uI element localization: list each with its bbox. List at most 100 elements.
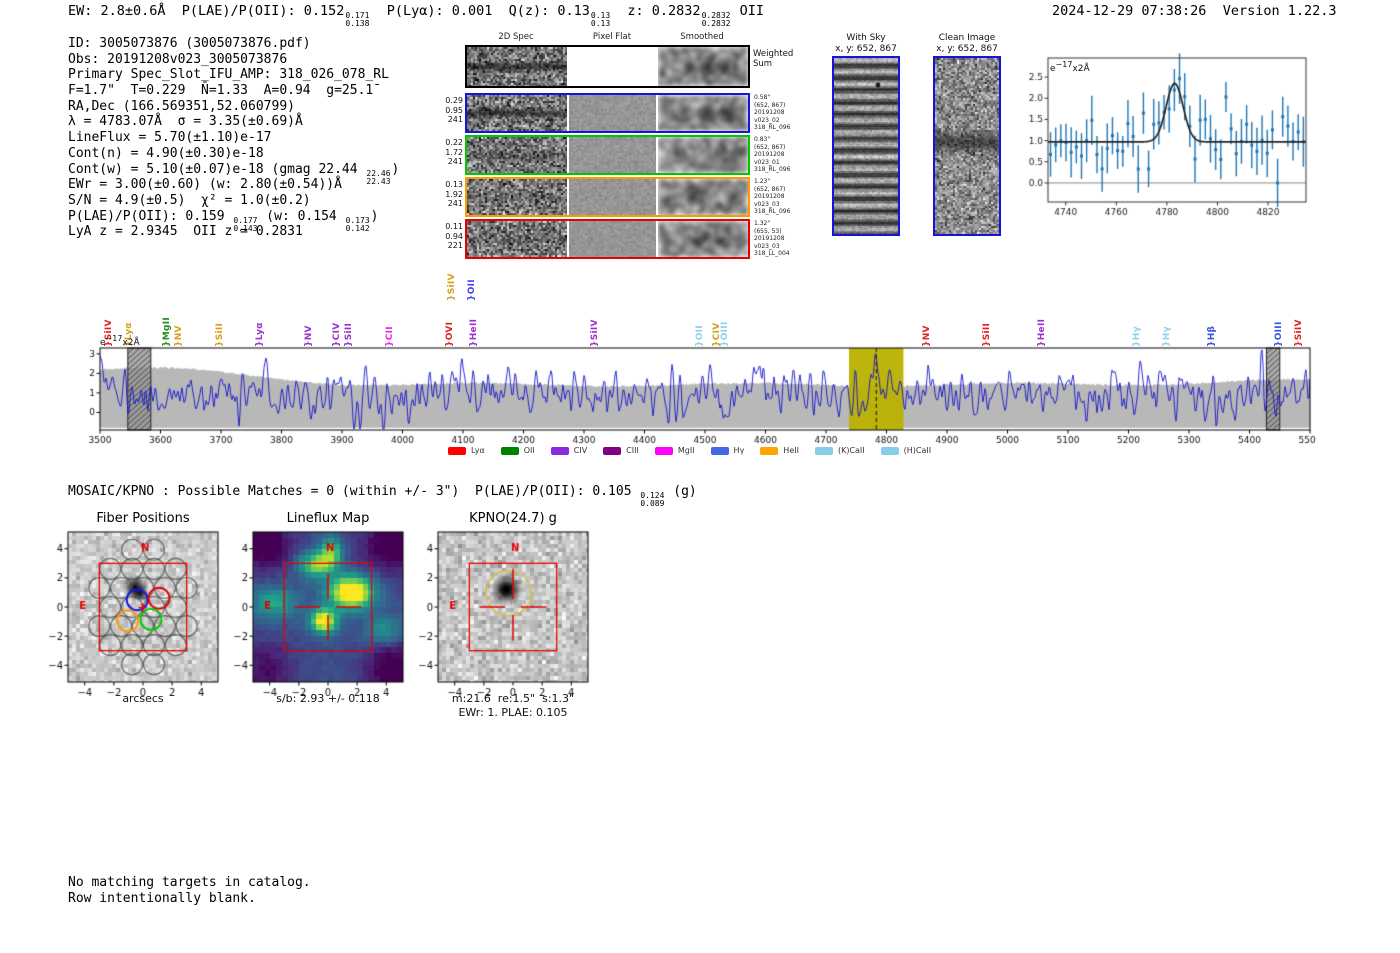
strip-weight-labels: 0.290.95241 — [441, 96, 463, 125]
footer-line: Row intentionally blank. — [68, 891, 311, 907]
line-fit-unit-label: e−17x2Å — [1050, 60, 1090, 74]
mosaic-match-line: MOSAIC/KPNO : Possible Matches = 0 (with… — [68, 484, 697, 508]
emission-line-label: }Hγ — [1132, 326, 1142, 347]
cutout-strip-image — [467, 179, 567, 215]
detection-info-block: ID: 3005073876 (3005073876.pdf)Obs: 2019… — [68, 36, 399, 240]
legend-item: Lyα — [448, 446, 485, 455]
emission-line-label: }CIV — [332, 322, 342, 347]
with-sky-image — [834, 58, 898, 234]
fiber-positions-title: Fiber Positions — [96, 511, 189, 526]
legend-swatch — [815, 447, 833, 455]
emission-line-label: }HeII — [469, 319, 479, 347]
weighted-sum-label: WeightedSum — [753, 50, 793, 69]
info-line: S/N = 4.9(±0.5) χ² = 1.0(±0.2) — [68, 193, 399, 209]
emission-line-label: }MgII — [162, 317, 172, 347]
cutout-strip-image — [569, 47, 656, 86]
lineflux-map-title: Lineflux Map — [287, 511, 370, 526]
info-line: ID: 3005073876 (3005073876.pdf) — [68, 36, 399, 52]
legend-item: MgII — [655, 446, 695, 455]
cutout-strip-image — [467, 95, 567, 131]
emission-line-label: }NV — [922, 325, 932, 347]
info-line: F=1.7" T=0.229 N̄=1.33 A=0.94 g=25.1̄ — [68, 83, 399, 99]
clean-image — [935, 58, 999, 234]
emission-line-label: }SiII — [982, 323, 992, 347]
with-sky-panel — [832, 56, 900, 236]
cutout-strip-image — [467, 137, 567, 173]
kpno-title: KPNO(24.7) g — [469, 511, 557, 526]
legend-label: (H)CaII — [904, 446, 931, 455]
emission-line-label: }SiII — [215, 323, 225, 347]
cutout-col-header: Pixel Flat — [593, 32, 631, 42]
info-line: EWr = 3.00(±0.60) (w: 2.80(±0.54))Å — [68, 177, 399, 193]
strip-id-labels: 1.32"(655, 53)20191208v023_03318_LL_004 — [754, 220, 802, 258]
emission-line-label: }SiII — [344, 323, 354, 347]
strip-id-labels: 1.23"(652, 867)20191208v023_03318_RL_096 — [754, 178, 802, 216]
spectrum-legend: Lyα OII CIV CIII MgII Hγ HeII (K)CaII (H)CaII — [448, 446, 931, 455]
emission-line-label: }Hβ — [1207, 326, 1217, 347]
info-line: LineFlux = 5.70(±1.10)e-17 — [68, 130, 399, 146]
emission-line-label: }OII — [695, 325, 705, 347]
cutout-col-header: Smoothed — [680, 32, 723, 42]
emission-line-label: }SiIV — [590, 319, 600, 347]
legend-swatch — [711, 447, 729, 455]
info-line: Cont(w) = 5.10(±0.07)e-18 (gmag 22.44 22… — [68, 162, 399, 178]
emission-line-label: }NV — [304, 325, 314, 347]
emission-line-label: }OII — [467, 279, 477, 301]
strip-id-labels: 0.58"(652, 867)20191208v023_02318_RL_096 — [754, 94, 802, 132]
legend-label: CIII — [626, 446, 639, 455]
cutout-col-header: 2D Spec — [498, 32, 533, 42]
legend-label: HeII — [783, 446, 799, 455]
fiber-xlabel: arcsecs — [122, 692, 163, 705]
kpno-caption-1: m:21.6 re:1.5" s:1.3" — [452, 692, 574, 705]
emission-line-label: }OVI — [445, 322, 455, 347]
cutout-strip-image — [658, 179, 748, 215]
legend-item: OII — [501, 446, 535, 455]
strip-weight-labels: 0.131.92241 — [441, 180, 463, 209]
legend-item: CIII — [603, 446, 639, 455]
version-label: Version 1.22.3 — [1223, 3, 1337, 19]
emission-line-label: }OIII — [1274, 321, 1284, 347]
full-spectrum-plot — [80, 345, 1316, 445]
lineflux-caption: s/b: 2.93 +/- 0.118 — [276, 692, 380, 705]
header-datetime: 2024-12-29 07:38:26 Version 1.22.3 — [1052, 3, 1337, 19]
legend-label: Lyα — [471, 446, 485, 455]
kpno-panel — [410, 528, 600, 696]
cutout-strip-image — [569, 221, 656, 257]
cutout-strip-image — [569, 95, 656, 131]
legend-item: HeII — [760, 446, 799, 455]
legend-label: Hγ — [734, 446, 745, 455]
cutout-strip-image — [467, 47, 567, 86]
kpno-caption-2: EWr: 1. PLAE: 0.105 — [458, 706, 567, 719]
timestamp: 2024-12-29 07:38:26 — [1052, 3, 1206, 19]
cutout-strip-image — [658, 95, 748, 131]
cutout-strip-row — [465, 45, 750, 88]
footer-line: No matching targets in catalog. — [68, 875, 311, 891]
emission-line-label: }SiIV — [1294, 319, 1304, 347]
strip-weight-labels: 0.221.72241 — [441, 138, 463, 167]
lineflux-map-panel — [225, 528, 415, 696]
emission-line-label: }OIII — [720, 321, 730, 347]
info-line: Obs: 20191208v023_3005073876 — [68, 52, 399, 68]
cutout-strip-row — [465, 177, 750, 217]
legend-item: CIV — [551, 446, 587, 455]
legend-label: CIV — [574, 446, 587, 455]
clean-image-coords: x, y: 652, 867 — [936, 44, 998, 54]
header-summary: EW: 2.8±0.6Å P(LAE)/P(OII): 0.1520.1710.… — [68, 3, 764, 28]
legend-item: (K)CaII — [815, 446, 865, 455]
with-sky-coords: x, y: 652, 867 — [835, 44, 897, 54]
emission-line-label: }CII — [385, 326, 395, 347]
info-line: Primary Spec_Slot_IFU_AMP: 318_026_078_R… — [68, 67, 399, 83]
fiber-positions-panel — [40, 528, 230, 696]
info-line: λ = 4783.07Å σ = 3.35(±0.69)Å — [68, 114, 399, 130]
legend-item: (H)CaII — [881, 446, 931, 455]
strip-id-labels: 0.83"(652, 867)20191208v023_01318_RL_096 — [754, 136, 802, 174]
legend-swatch — [655, 447, 673, 455]
cutout-strip-image — [569, 137, 656, 173]
cutout-strip-image — [658, 137, 748, 173]
with-sky-title: With Sky — [846, 33, 885, 43]
legend-label: MgII — [678, 446, 695, 455]
legend-swatch — [603, 447, 621, 455]
elixer-detection-report: EW: 2.8±0.6Å P(LAE)/P(OII): 0.1520.1710.… — [0, 0, 1400, 953]
line-fit-plot — [1022, 50, 1314, 222]
cutout-strip-row — [465, 135, 750, 175]
